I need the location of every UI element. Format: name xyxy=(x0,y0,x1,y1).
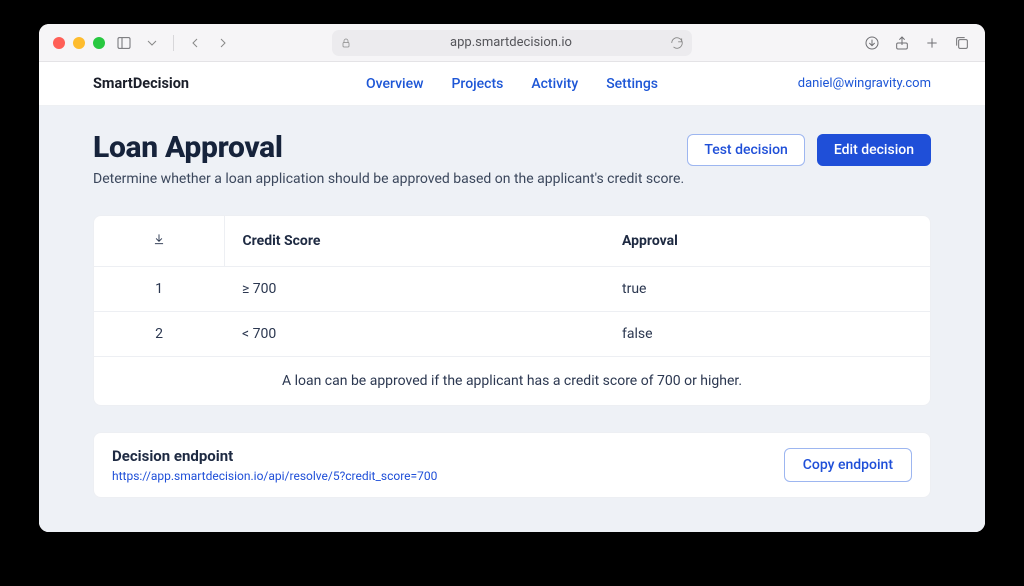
nav-links: Overview Projects Activity Settings xyxy=(366,76,658,92)
forward-button-icon[interactable] xyxy=(214,34,232,52)
row-score: ≥ 700 xyxy=(224,267,604,312)
page-header: Loan Approval Determine whether a loan a… xyxy=(93,130,931,187)
chevron-down-icon[interactable] xyxy=(143,34,161,52)
maximize-window-button[interactable] xyxy=(93,37,105,49)
nav-overview[interactable]: Overview xyxy=(366,76,423,92)
share-icon[interactable] xyxy=(893,34,911,52)
test-decision-button[interactable]: Test decision xyxy=(687,134,805,166)
reload-icon[interactable] xyxy=(670,36,684,50)
table-row: 1 ≥ 700 true xyxy=(94,267,930,312)
page-header-text: Loan Approval Determine whether a loan a… xyxy=(93,130,684,187)
row-approval: false xyxy=(604,312,930,357)
endpoint-card: Decision endpoint https://app.smartdecis… xyxy=(93,432,931,498)
download-icon[interactable] xyxy=(863,34,881,52)
nav-settings[interactable]: Settings xyxy=(606,76,658,92)
user-email[interactable]: daniel@wingravity.com xyxy=(798,76,931,91)
minimize-window-button[interactable] xyxy=(73,37,85,49)
address-bar[interactable]: app.smartdecision.io xyxy=(332,30,692,56)
decision-table: Credit Score Approval 1 ≥ 700 true 2 < 7… xyxy=(94,216,930,405)
top-nav: SmartDecision Overview Projects Activity… xyxy=(39,62,985,106)
table-header-index xyxy=(94,216,224,267)
download-table-icon[interactable] xyxy=(152,234,166,250)
endpoint-info: Decision endpoint https://app.smartdecis… xyxy=(112,447,437,483)
sidebar-toggle-icon[interactable] xyxy=(115,34,133,52)
row-score: < 700 xyxy=(224,312,604,357)
decision-table-card: Credit Score Approval 1 ≥ 700 true 2 < 7… xyxy=(93,215,931,406)
new-tab-icon[interactable] xyxy=(923,34,941,52)
row-index: 2 xyxy=(94,312,224,357)
chrome-separator xyxy=(173,35,174,51)
app-root: SmartDecision Overview Projects Activity… xyxy=(39,62,985,532)
close-window-button[interactable] xyxy=(53,37,65,49)
back-button-icon[interactable] xyxy=(186,34,204,52)
endpoint-url[interactable]: https://app.smartdecision.io/api/resolve… xyxy=(112,469,437,483)
content-area: Loan Approval Determine whether a loan a… xyxy=(39,106,985,532)
copy-endpoint-button[interactable]: Copy endpoint xyxy=(784,448,912,482)
table-header-approval: Approval xyxy=(604,216,930,267)
row-approval: true xyxy=(604,267,930,312)
table-header-credit-score: Credit Score xyxy=(224,216,604,267)
lock-icon xyxy=(340,37,352,49)
nav-projects[interactable]: Projects xyxy=(451,76,503,92)
table-row: 2 < 700 false xyxy=(94,312,930,357)
table-note: A loan can be approved if the applicant … xyxy=(94,357,930,406)
row-index: 1 xyxy=(94,267,224,312)
page-title: Loan Approval xyxy=(93,130,684,165)
address-url: app.smartdecision.io xyxy=(358,35,664,50)
endpoint-title: Decision endpoint xyxy=(112,447,437,465)
nav-activity[interactable]: Activity xyxy=(531,76,578,92)
browser-window: app.smartdecision.io SmartDecision xyxy=(39,24,985,532)
header-buttons: Test decision Edit decision xyxy=(687,134,931,166)
browser-chrome: app.smartdecision.io xyxy=(39,24,985,62)
edit-decision-button[interactable]: Edit decision xyxy=(817,134,931,166)
chrome-right xyxy=(863,34,971,52)
tabs-icon[interactable] xyxy=(953,34,971,52)
window-controls xyxy=(53,37,105,49)
brand-logo[interactable]: SmartDecision xyxy=(93,75,189,92)
table-note-row: A loan can be approved if the applicant … xyxy=(94,357,930,406)
chrome-left xyxy=(53,34,232,52)
page-subtitle: Determine whether a loan application sho… xyxy=(93,171,684,187)
